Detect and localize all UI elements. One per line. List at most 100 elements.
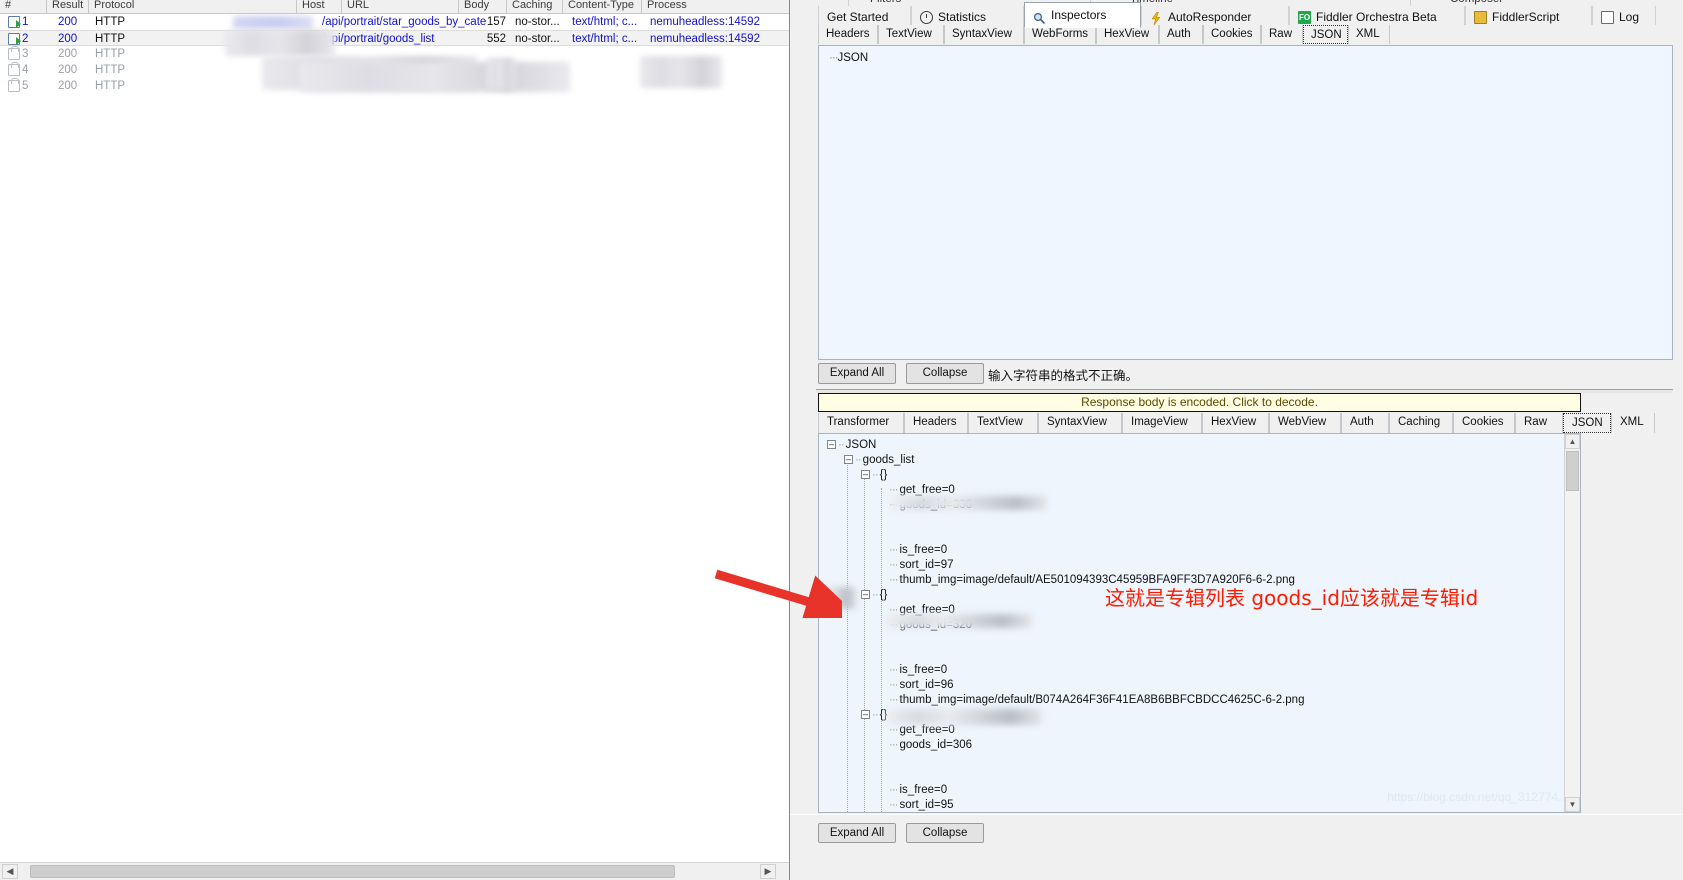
vertical-scrollbar[interactable]: ▲ ▼ bbox=[1564, 434, 1580, 812]
scroll-thumb[interactable] bbox=[1566, 451, 1579, 491]
tab-transformer[interactable]: Transformer bbox=[818, 413, 904, 433]
collapse-expander-icon[interactable]: – bbox=[861, 710, 870, 719]
column-header-body[interactable]: Body bbox=[458, 0, 489, 13]
decode-banner[interactable]: Response body is encoded. Click to decod… bbox=[818, 393, 1581, 412]
tree-leaf[interactable]: ··· sort_id=97 bbox=[827, 558, 1304, 573]
tree-leaf[interactable]: ··· is_free=0 bbox=[827, 783, 1304, 798]
request-inspector-tabs: Headers TextView SyntaxView WebForms Hex… bbox=[818, 25, 1683, 44]
scroll-right-arrow[interactable]: ▶ bbox=[760, 864, 776, 879]
tab-inspectors[interactable]: Inspectors bbox=[1024, 2, 1141, 28]
column-header-result[interactable]: Result bbox=[46, 0, 83, 13]
resize-grip[interactable] bbox=[776, 863, 789, 880]
tab-json[interactable]: JSON bbox=[1303, 25, 1348, 44]
tree-leaf[interactable]: ··· thumb_img=image/default/B074A264F36F4… bbox=[827, 693, 1304, 708]
column-header-num[interactable]: # bbox=[0, 0, 11, 13]
row-result: 200 bbox=[58, 33, 78, 45]
row-process: nemuheadless:14592 bbox=[650, 16, 760, 28]
redaction-block bbox=[640, 56, 722, 88]
row-number: 5 bbox=[22, 80, 29, 92]
leaf-text: sort_id=97 bbox=[899, 559, 954, 571]
tab-textview[interactable]: TextView bbox=[878, 25, 944, 44]
column-header-protocol[interactable]: Protocol bbox=[88, 0, 134, 13]
collapse-expander-icon[interactable]: – bbox=[861, 590, 870, 599]
expand-all-button[interactable]: Expand All bbox=[818, 363, 896, 384]
tab-xml[interactable]: XML bbox=[1611, 413, 1655, 433]
tree-node-json[interactable]: – ·· JSON bbox=[827, 438, 1304, 453]
session-list-pane: # Result Protocol Host URL Body Caching … bbox=[0, 0, 790, 880]
column-header-host[interactable]: Host bbox=[296, 0, 325, 13]
tab-webview[interactable]: WebView bbox=[1269, 413, 1341, 433]
horizontal-scrollbar[interactable]: ◀ ▶ bbox=[0, 862, 789, 880]
collapse-expander-icon[interactable]: – bbox=[844, 455, 853, 464]
leaf-text: is_free=0 bbox=[899, 544, 948, 556]
tab-raw[interactable]: Raw bbox=[1515, 413, 1563, 433]
tab-cookies[interactable]: Cookies bbox=[1203, 25, 1261, 44]
collapse-button-bottom[interactable]: Collapse bbox=[906, 823, 984, 843]
collapse-expander-icon[interactable]: – bbox=[827, 440, 836, 449]
bolt-icon bbox=[1150, 11, 1163, 25]
tab-textview[interactable]: TextView bbox=[968, 413, 1038, 433]
request-json-root[interactable]: ···JSON bbox=[829, 52, 868, 64]
annotation-arrow-icon bbox=[714, 569, 842, 618]
row-caching: no-stor... bbox=[515, 33, 560, 45]
tab-hexview[interactable]: HexView bbox=[1202, 413, 1269, 433]
row-body: 157 bbox=[486, 16, 506, 28]
row-content-type: text/html; c... bbox=[572, 33, 638, 45]
tree-dash: ··· bbox=[829, 52, 838, 64]
tree-leaf-redacted[interactable] bbox=[827, 513, 1304, 543]
tab-syntaxview[interactable]: SyntaxView bbox=[1038, 413, 1122, 433]
row-protocol: HTTP bbox=[95, 80, 126, 92]
column-header-content-type[interactable]: Content-Type bbox=[562, 0, 634, 13]
column-header-url[interactable]: URL bbox=[341, 0, 369, 13]
scroll-left-arrow[interactable]: ◀ bbox=[2, 864, 18, 879]
tab-xml[interactable]: XML bbox=[1348, 25, 1390, 44]
tree-node-object[interactable]: – ··{} bbox=[827, 468, 1304, 483]
tab-syntaxview[interactable]: SyntaxView bbox=[944, 25, 1024, 44]
tree-node-goods-list[interactable]: – ·· goods_list bbox=[827, 453, 1304, 468]
tree-leaf-redacted[interactable] bbox=[827, 633, 1304, 663]
scroll-thumb[interactable] bbox=[30, 865, 675, 878]
table-row[interactable]: 1 200 HTTP /api/portrait/star_goods_by_c… bbox=[0, 14, 789, 30]
tab-auth[interactable]: Auth bbox=[1341, 413, 1389, 433]
script-icon bbox=[1474, 10, 1487, 24]
tree-leaf[interactable]: ··· is_free=0 bbox=[827, 543, 1304, 558]
tree-leaf[interactable]: ··· goods_id=306 bbox=[827, 738, 1304, 753]
tab-caching[interactable]: Caching bbox=[1389, 413, 1453, 433]
redaction-block bbox=[892, 496, 1047, 510]
lock-icon bbox=[8, 62, 22, 79]
tree-leaf-redacted[interactable] bbox=[827, 753, 1304, 783]
leaf-text: sort_id=95 bbox=[899, 799, 954, 811]
tab-headers[interactable]: Headers bbox=[818, 25, 878, 44]
tree-leaf[interactable]: ··· is_free=0 bbox=[827, 663, 1304, 678]
column-header-caching[interactable]: Caching bbox=[506, 0, 552, 13]
row-content-type: text/html; c... bbox=[572, 16, 638, 28]
row-result: 200 bbox=[58, 48, 78, 60]
row-process: nemuheadless:14592 bbox=[650, 33, 760, 45]
json-controls: Expand All Collapse 输入字符串的格式不正确。 bbox=[818, 363, 1673, 388]
request-json-viewer[interactable]: ···JSON bbox=[818, 45, 1673, 360]
row-number: 3 bbox=[22, 48, 29, 60]
tab-json[interactable]: JSON bbox=[1563, 413, 1611, 433]
tree-label: {} bbox=[879, 469, 888, 481]
expand-all-button-bottom[interactable]: Expand All bbox=[818, 823, 896, 843]
lock-icon bbox=[8, 46, 22, 63]
collapse-button[interactable]: Collapse bbox=[906, 363, 984, 384]
watermark-text: https://blog.csdn.net/qq_312774... bbox=[1387, 790, 1568, 804]
column-header-process[interactable]: Process bbox=[641, 0, 687, 13]
collapse-expander-icon[interactable]: – bbox=[861, 470, 870, 479]
tree-leaf[interactable]: ··· sort_id=96 bbox=[827, 678, 1304, 693]
table-row[interactable]: 2 200 HTTP /api/portrait/goods_list 552 … bbox=[0, 30, 789, 46]
tree-leaf[interactable]: ··· sort_id=95 bbox=[827, 798, 1304, 812]
fo-badge-icon: FO bbox=[1298, 10, 1311, 24]
redaction-block bbox=[887, 709, 1042, 725]
tree-leaf[interactable]: ··· get_free=0 bbox=[827, 723, 1304, 738]
tab-headers[interactable]: Headers bbox=[904, 413, 968, 433]
scroll-up-arrow[interactable]: ▲ bbox=[1565, 434, 1580, 449]
tab-auth[interactable]: Auth bbox=[1159, 25, 1203, 44]
redaction-block bbox=[233, 16, 313, 29]
tab-imageview[interactable]: ImageView bbox=[1122, 413, 1202, 433]
tab-cookies[interactable]: Cookies bbox=[1453, 413, 1515, 433]
row-url: /api/portrait/star_goods_by_cate bbox=[322, 16, 487, 28]
tab-raw[interactable]: Raw bbox=[1261, 25, 1303, 44]
response-json-tree[interactable]: – ·· JSON – ·· goods_list – ··{} ··· get_free=… bbox=[818, 433, 1581, 813]
